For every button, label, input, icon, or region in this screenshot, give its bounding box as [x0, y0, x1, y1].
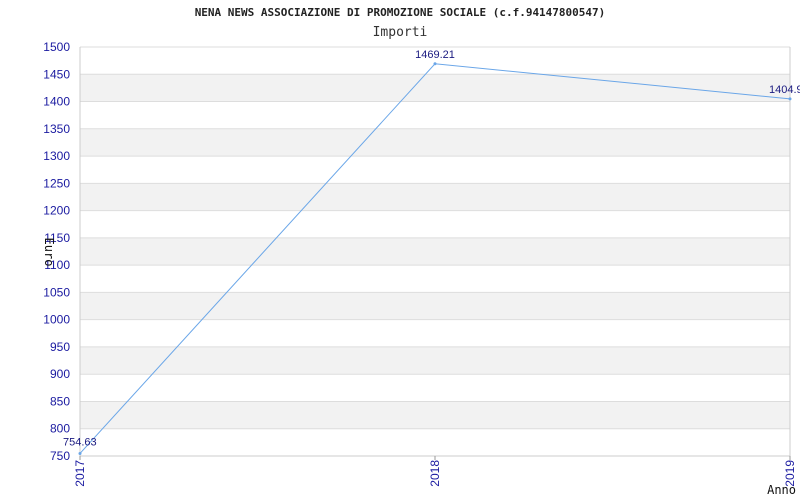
grid-band: [80, 292, 790, 320]
y-tick-label: 1300: [43, 149, 70, 163]
y-tick-label: 900: [50, 367, 70, 381]
data-label: 1404.9: [769, 84, 800, 96]
y-tick-label: 850: [50, 394, 70, 408]
y-tick-label: 1500: [43, 40, 70, 54]
grid-band: [80, 346, 790, 375]
line-chart: 7508008509009501000105011001150120012501…: [42, 40, 800, 497]
y-axis-label: Euro: [42, 238, 56, 267]
y-tick-label: 1050: [43, 285, 70, 299]
y-tick-label: 1450: [43, 67, 70, 81]
grid-band: [80, 183, 790, 211]
y-tick-label: 1350: [43, 122, 70, 136]
x-tick-label: 2018: [428, 460, 442, 487]
data-label: 1469.21: [415, 49, 455, 61]
grid-band: [80, 401, 790, 429]
grid-band: [80, 237, 790, 266]
y-tick-label: 1250: [43, 176, 70, 190]
data-point: [788, 97, 792, 101]
y-tick-label: 1000: [43, 313, 70, 327]
grid-band: [80, 128, 790, 157]
x-axis-label: Anno: [767, 483, 796, 497]
y-tick-label: 950: [50, 340, 70, 354]
data-point: [433, 62, 437, 66]
x-tick-label: 2017: [73, 460, 87, 487]
data-label: 754.63: [63, 436, 97, 448]
y-tick-label: 750: [50, 449, 70, 463]
y-tick-label: 1400: [43, 95, 70, 109]
data-point: [78, 451, 82, 455]
y-tick-label: 1200: [43, 204, 70, 218]
y-tick-label: 800: [50, 422, 70, 436]
